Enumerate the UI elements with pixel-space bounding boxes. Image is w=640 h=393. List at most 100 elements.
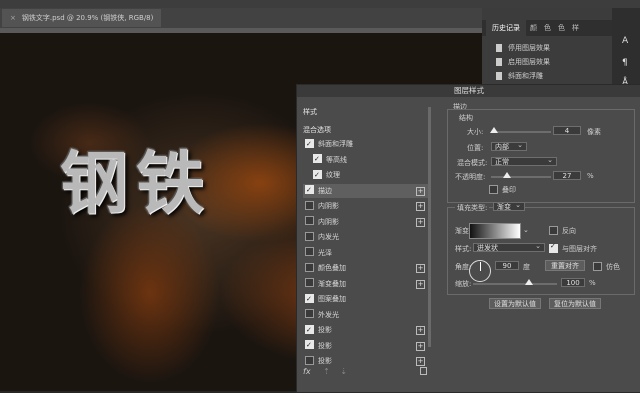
size-unit: 像素 [587, 128, 601, 136]
add-icon[interactable]: + [416, 217, 425, 227]
style-item[interactable]: 图案叠加 [303, 292, 429, 306]
gradient-swatch[interactable] [469, 223, 521, 239]
history-item[interactable]: 停用图层效果 [496, 42, 550, 54]
checkbox[interactable] [305, 247, 314, 256]
opacity-slider[interactable] [491, 176, 551, 178]
style-item[interactable]: 内阴影 + [303, 199, 429, 213]
opacity-unit: % [587, 172, 594, 180]
gradient-dropdown-icon[interactable]: ⌄ [523, 226, 529, 234]
checkbox[interactable] [305, 309, 314, 318]
checkbox[interactable] [305, 355, 314, 365]
checkbox[interactable] [489, 184, 498, 194]
style-item-label: 斜面和浮雕 [318, 140, 353, 148]
opacity-slider-thumb[interactable] [503, 172, 512, 178]
tab-styles[interactable]: 样 [572, 20, 579, 36]
add-icon[interactable]: + [416, 357, 425, 366]
style-item-label: 颜色叠加 [318, 264, 346, 272]
tab-history[interactable]: 历史记录 [486, 20, 526, 36]
checkbox[interactable] [305, 200, 314, 210]
style-item-label: 内阴影 [318, 217, 339, 226]
style-item[interactable]: 内发光 [303, 230, 429, 244]
document-icon [496, 58, 502, 66]
checkbox[interactable] [549, 225, 558, 235]
style-item[interactable]: 投影 + [303, 338, 429, 353]
blend-mode-select[interactable]: 正常 [491, 156, 557, 166]
style-item[interactable]: 投影 + [303, 323, 429, 337]
style-item[interactable]: 光泽 [303, 246, 429, 260]
checkbox[interactable] [305, 323, 314, 337]
angle-dial[interactable] [469, 260, 491, 282]
fill-type-select[interactable]: 渐变 [493, 201, 525, 211]
style-item[interactable]: 投影 + [303, 354, 429, 368]
checkbox[interactable] [305, 183, 314, 197]
history-item[interactable]: 启用图层效果 [496, 56, 550, 68]
move-up-icon[interactable]: ⇡ [323, 367, 330, 376]
close-icon[interactable]: × [10, 14, 16, 22]
structure-group [447, 109, 635, 203]
paragraph-icon[interactable]: ¶ [622, 58, 628, 68]
opacity-input[interactable]: 27 [553, 171, 581, 180]
style-item[interactable]: 颜色叠加 + [303, 261, 429, 275]
history-item[interactable]: 斜面和浮雕 [496, 70, 543, 82]
align-layer-checkbox[interactable]: 与图层对齐 [549, 242, 597, 254]
styles-header[interactable]: 样式 [303, 105, 427, 119]
style-select[interactable]: 迸发状 [473, 242, 545, 252]
panel-tabs: 历史记录 颜 色 色 样 [482, 20, 612, 36]
style-item-label: 光泽 [318, 248, 332, 257]
tab-swatches[interactable]: 色 [544, 20, 551, 36]
reverse-checkbox[interactable]: 反向 [549, 225, 576, 236]
blend-options[interactable]: 混合选项 [303, 123, 427, 137]
style-item[interactable]: 内阴影 + [303, 215, 429, 229]
overprint-checkbox[interactable]: 叠印 [489, 184, 516, 195]
checkbox[interactable] [305, 338, 314, 352]
scale-input[interactable]: 100 [561, 278, 585, 287]
checkbox[interactable] [305, 137, 314, 151]
set-default-button[interactable]: 设置为默认值 [489, 298, 541, 309]
dither-checkbox[interactable]: 仿色 [593, 261, 620, 272]
add-icon[interactable]: + [416, 326, 425, 335]
character-icon[interactable]: A [622, 36, 628, 46]
size-input[interactable]: 4 [553, 126, 581, 135]
checkbox[interactable] [305, 292, 314, 306]
tab-color[interactable]: 颜 [530, 20, 537, 36]
checkbox[interactable] [313, 168, 322, 182]
add-icon[interactable]: + [416, 186, 425, 196]
trash-icon[interactable] [420, 367, 427, 375]
add-icon[interactable]: + [416, 279, 425, 289]
angle-input[interactable]: 90 [495, 261, 519, 270]
reset-align-button[interactable]: 重置对齐 [545, 260, 585, 271]
checkbox[interactable] [305, 216, 314, 225]
position-select[interactable]: 内部 [491, 141, 527, 151]
style-item-label: 纹理 [326, 171, 340, 179]
fx-button[interactable]: fx [303, 367, 311, 376]
checkbox[interactable] [305, 231, 314, 241]
size-slider-thumb[interactable] [490, 127, 498, 133]
style-item[interactable]: 描边 + [303, 183, 429, 198]
add-icon[interactable]: + [416, 202, 425, 211]
checkbox[interactable] [549, 242, 558, 253]
scale-slider-thumb[interactable] [525, 279, 534, 285]
add-icon[interactable]: + [416, 264, 425, 273]
size-label: 大小: [467, 128, 484, 136]
style-item-label: 描边 [318, 186, 332, 195]
style-item[interactable]: 纹理 [303, 168, 437, 182]
scale-slider[interactable] [473, 283, 557, 285]
styles-scrollbar[interactable] [428, 107, 431, 347]
style-item-label: 投影 [318, 326, 332, 334]
checkbox[interactable] [305, 262, 314, 272]
reset-default-button[interactable]: 复位为默认值 [549, 298, 601, 309]
checkbox[interactable] [593, 261, 602, 271]
document-icon [496, 72, 502, 80]
add-icon[interactable]: + [416, 341, 425, 351]
style-item[interactable]: 等高线 [303, 152, 437, 167]
checkbox[interactable] [313, 152, 322, 166]
size-slider[interactable] [491, 131, 551, 133]
style-item[interactable]: 渐变叠加 + [303, 277, 429, 291]
checkbox[interactable] [305, 278, 314, 287]
style-item[interactable]: 斜面和浮雕 [303, 137, 429, 151]
style-item-label: 渐变叠加 [318, 279, 346, 288]
style-item[interactable]: 外发光 [303, 308, 429, 322]
tab-adjustments[interactable]: 色 [558, 20, 565, 36]
move-down-icon[interactable]: ⇣ [340, 367, 347, 376]
document-tab[interactable]: × 钢铁文字.psd @ 20.9% (钢铁侠, RGB/8) [2, 9, 162, 27]
